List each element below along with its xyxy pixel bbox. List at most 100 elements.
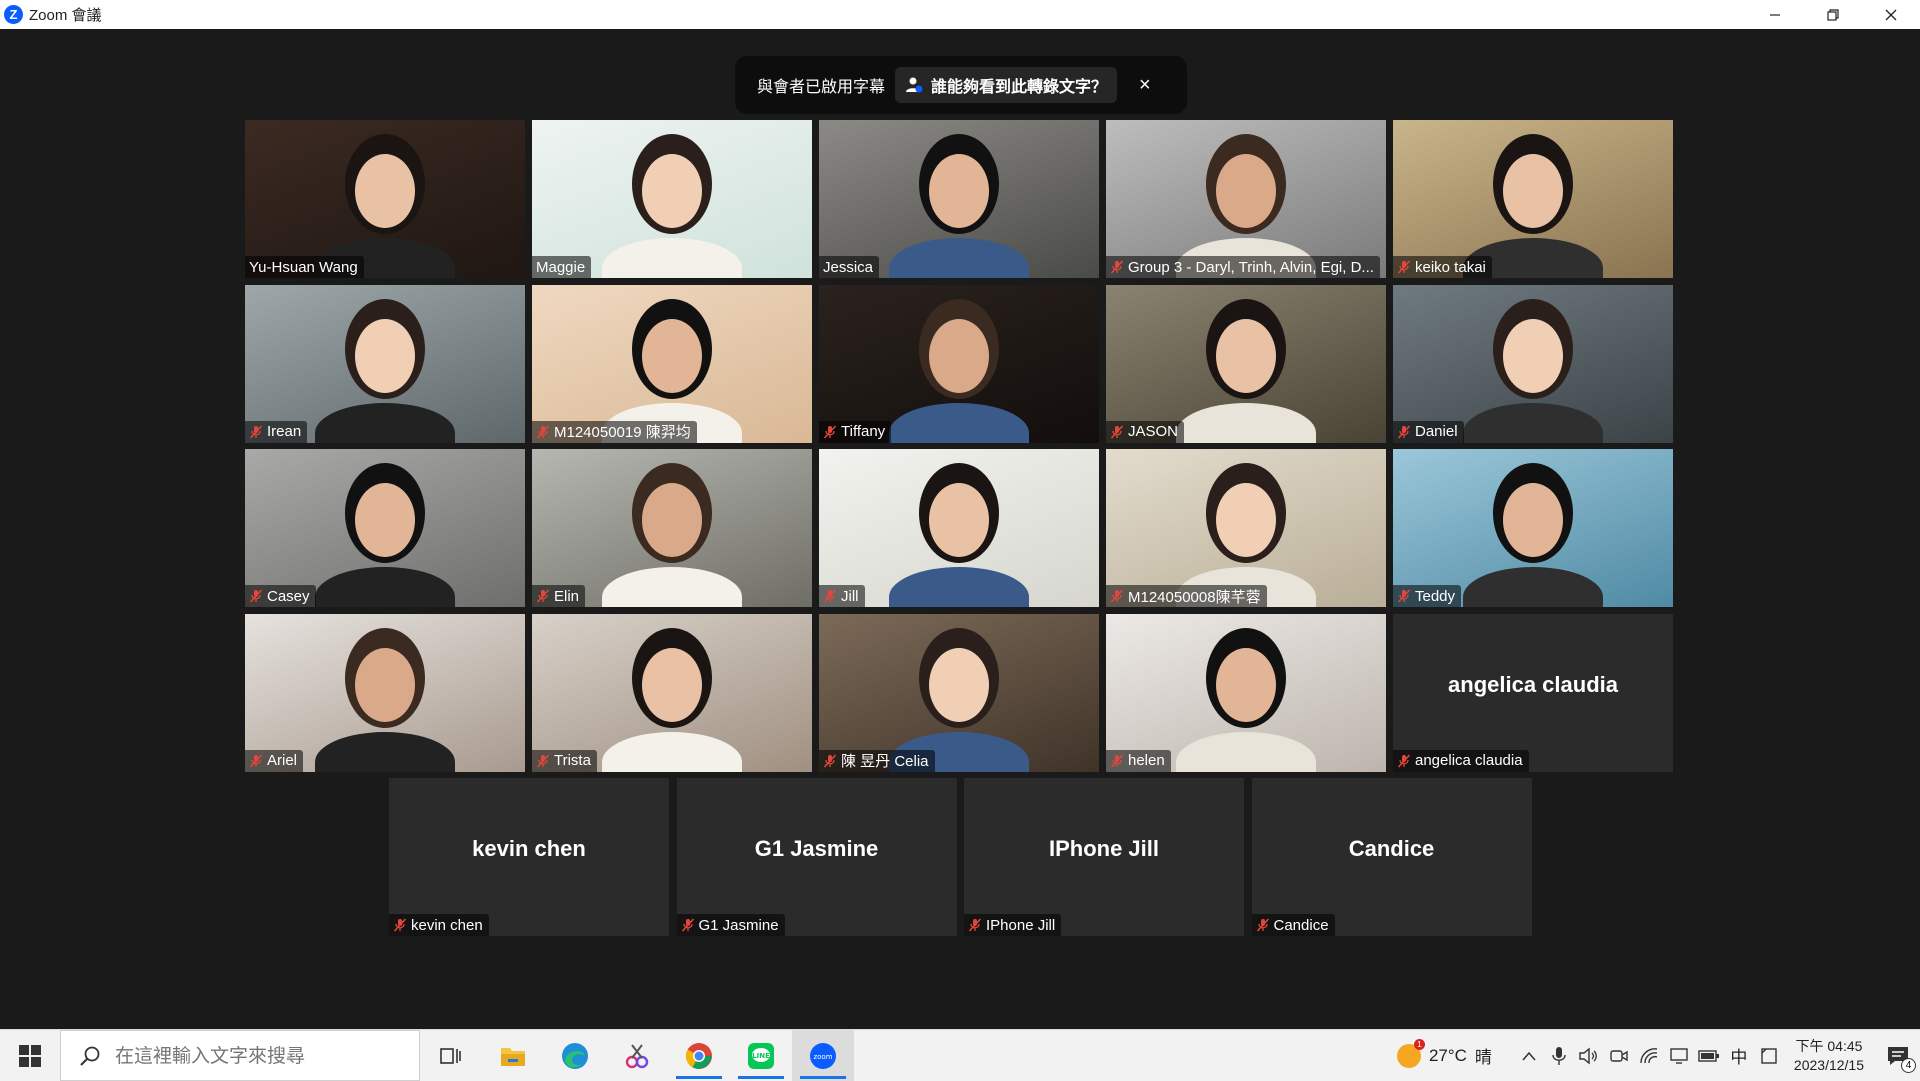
file-explorer-button[interactable] xyxy=(482,1030,544,1081)
participant-face xyxy=(355,154,415,228)
zoom-logo-icon: Z xyxy=(4,5,23,24)
participant-name: Daniel xyxy=(1415,423,1458,440)
search-input[interactable] xyxy=(113,1043,397,1068)
participant-tile[interactable]: Group 3 - Daryl, Trinh, Alvin, Egi, D... xyxy=(1106,120,1386,278)
taskbar-clock[interactable]: 下午 04:45 2023/12/15 xyxy=(1794,1037,1864,1075)
participant-tile[interactable]: Daniel xyxy=(1393,284,1673,443)
participant-figure xyxy=(315,402,455,443)
zoom-taskbar-button[interactable]: zoom xyxy=(792,1030,854,1081)
close-window-button[interactable] xyxy=(1862,0,1920,29)
participant-video-feed xyxy=(1106,449,1386,607)
snip-tool-button[interactable] xyxy=(606,1030,668,1081)
participant-tile[interactable]: Maggie xyxy=(532,120,812,278)
participant-name-label: Ariel xyxy=(245,749,304,772)
participant-face xyxy=(1216,318,1276,393)
participant-name: Tiffany xyxy=(841,423,886,440)
participant-tile[interactable]: M124050019 陳羿均 xyxy=(532,284,812,443)
participant-face xyxy=(1503,318,1563,393)
participant-tile[interactable]: Jessica xyxy=(819,120,1099,278)
participant-figure xyxy=(889,238,1029,278)
task-view-button[interactable] xyxy=(420,1030,482,1081)
task-view-icon xyxy=(440,1047,461,1064)
participant-face xyxy=(1503,483,1563,557)
participant-display-name: kevin chen xyxy=(472,836,586,861)
volume-tray-button[interactable] xyxy=(1576,1043,1602,1069)
input-method-button[interactable]: 中 xyxy=(1726,1043,1752,1069)
participant-name: IPhone Jill xyxy=(986,916,1056,934)
participant-name: 陳 昱丹 Celia xyxy=(841,753,929,770)
participant-name-label: Jill xyxy=(819,585,865,607)
participant-tile[interactable]: keiko takai xyxy=(1393,120,1673,278)
participant-tile[interactable]: Tiffany xyxy=(819,284,1099,443)
participant-tile[interactable]: Trista xyxy=(532,613,812,772)
participant-tile[interactable]: Ariel xyxy=(245,613,525,772)
participant-tile-video-off[interactable]: kevin chen kevin chen xyxy=(389,778,669,936)
start-button[interactable] xyxy=(0,1030,60,1081)
line-button[interactable]: LINE xyxy=(730,1030,792,1081)
microphone-tray-button[interactable] xyxy=(1546,1043,1572,1069)
clock-date: 2023/12/15 xyxy=(1793,1056,1864,1073)
participant-figure xyxy=(889,402,1029,443)
participant-tile[interactable]: Irean xyxy=(245,284,525,443)
line-icon: LINE xyxy=(748,1042,774,1069)
network-tray-button[interactable] xyxy=(1636,1043,1662,1069)
participant-figure xyxy=(1463,402,1603,443)
speaker-icon xyxy=(1579,1047,1597,1064)
action-center-button[interactable]: 4 xyxy=(1876,1030,1920,1081)
muted-mic-icon xyxy=(536,753,550,768)
display-tray-button[interactable] xyxy=(1666,1043,1692,1069)
restore-button[interactable] xyxy=(1804,0,1862,29)
participant-tile[interactable]: Jill xyxy=(819,449,1099,607)
participant-tile[interactable]: M124050008陳芊蓉 xyxy=(1106,449,1386,607)
muted-mic-icon xyxy=(1110,589,1124,603)
participant-tile[interactable]: Elin xyxy=(532,449,812,607)
weather-widget[interactable]: 1 27°C 晴 xyxy=(1396,1038,1492,1068)
participant-face xyxy=(1216,154,1276,228)
participant-tile-video-off[interactable]: IPhone Jill IPhone Jill xyxy=(964,778,1244,936)
muted-mic-icon xyxy=(393,918,407,932)
meet-now-tray-button[interactable] xyxy=(1606,1043,1632,1069)
participant-tile[interactable]: Yu-Hsuan Wang xyxy=(245,120,525,278)
participant-tile-video-off[interactable]: angelica claudia angelica claudia xyxy=(1393,613,1673,772)
battery-tray-button[interactable] xyxy=(1696,1043,1722,1069)
taskbar-search-box[interactable] xyxy=(60,1030,420,1081)
participant-name-label: Teddy xyxy=(1393,585,1462,607)
participant-name: Teddy xyxy=(1415,587,1456,605)
participant-face xyxy=(355,318,415,393)
participant-tile-video-off[interactable]: G1 Jasmine G1 Jasmine xyxy=(676,778,957,936)
chrome-button[interactable] xyxy=(668,1030,730,1081)
focus-assist-tray-button[interactable] xyxy=(1756,1043,1782,1069)
chevron-up-icon xyxy=(1522,1051,1536,1060)
participant-tile-video-off[interactable]: Candice Candice xyxy=(1251,778,1532,936)
participant-name-label: JASON xyxy=(1106,420,1185,443)
participant-name-label: Group 3 - Daryl, Trinh, Alvin, Egi, D... xyxy=(1106,256,1380,278)
caption-status-text: 與會者已啟用字幕 xyxy=(757,79,886,96)
participant-name-label: Elin xyxy=(532,585,586,607)
muted-mic-icon xyxy=(536,589,550,603)
restore-icon xyxy=(1827,8,1839,21)
participant-tile[interactable]: JASON xyxy=(1106,284,1386,443)
participant-display-name: angelica claudia xyxy=(1448,671,1618,697)
participant-tile[interactable]: Casey xyxy=(245,449,525,607)
close-banner-button[interactable]: × xyxy=(1139,74,1151,97)
edge-icon xyxy=(562,1042,588,1069)
minimize-button[interactable] xyxy=(1746,0,1804,29)
show-hidden-icons-button[interactable] xyxy=(1516,1043,1542,1069)
participant-tile[interactable]: Teddy xyxy=(1393,449,1673,607)
participant-tile[interactable]: 陳 昱丹 Celia xyxy=(819,613,1099,772)
participant-figure xyxy=(602,731,742,772)
participant-tile[interactable]: helen xyxy=(1106,613,1386,772)
participant-video-feed xyxy=(532,613,812,772)
system-tray: 1 27°C 晴 中 下午 04:45 2023/12/15 4 xyxy=(1396,1030,1920,1081)
svg-text:LINE: LINE xyxy=(752,1052,770,1060)
participant-name: Yu-Hsuan Wang xyxy=(249,258,358,276)
windows-taskbar: LINE zoom 1 27°C 晴 xyxy=(0,1029,1920,1081)
muted-mic-icon xyxy=(1110,753,1124,768)
participant-face xyxy=(929,154,989,228)
edge-button[interactable] xyxy=(544,1030,606,1081)
who-can-see-transcript-button[interactable]: 誰能夠看到此轉錄文字？ xyxy=(895,67,1118,103)
participant-video-feed xyxy=(245,449,525,607)
participant-figure xyxy=(889,567,1029,607)
microphone-icon xyxy=(1552,1046,1566,1065)
search-icon xyxy=(80,1046,100,1066)
